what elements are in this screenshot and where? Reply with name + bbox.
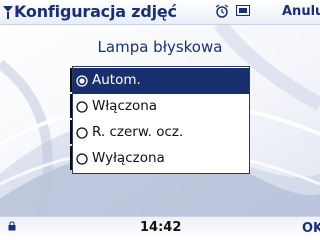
option-autom[interactable]: Autom. (73, 68, 249, 94)
radio-selected-icon (76, 75, 88, 87)
battery-icon (236, 5, 250, 16)
cancel-button[interactable]: Anuluj (282, 4, 320, 19)
option-label: Włączona (92, 98, 158, 114)
radio-unselected-icon (76, 153, 88, 165)
clock: 14:42 (140, 220, 182, 235)
option-red-eye[interactable]: R. czerw. ocz. (73, 120, 249, 146)
option-wylaczona[interactable]: Wyłączona (73, 146, 249, 172)
option-label: Autom. (92, 72, 141, 88)
softkey-bar: 14:42 OK (0, 216, 320, 240)
keypad-lock-icon (8, 221, 16, 231)
option-wlaczona[interactable]: Włączona (73, 94, 249, 120)
option-label: Wyłączona (92, 150, 165, 166)
option-label: R. czerw. ocz. (92, 124, 184, 140)
radio-unselected-icon (76, 101, 88, 113)
title-bar: Konfiguracja zdjęć Anuluj (0, 0, 320, 25)
camera-flash-dialog-screen: Konfiguracja zdjęć Anuluj Lampa błyskowa… (0, 0, 320, 240)
flash-options-list: Autom. Włączona R. czerw. ocz. Wyłączona (72, 66, 250, 174)
dialog-title: Lampa błyskowa (97, 38, 223, 56)
radio-unselected-icon (76, 127, 88, 139)
signal-icon (3, 6, 13, 19)
screen-title: Konfiguracja zdjęć (14, 2, 177, 21)
alarm-icon (215, 4, 229, 18)
ok-button[interactable]: OK (302, 221, 320, 236)
